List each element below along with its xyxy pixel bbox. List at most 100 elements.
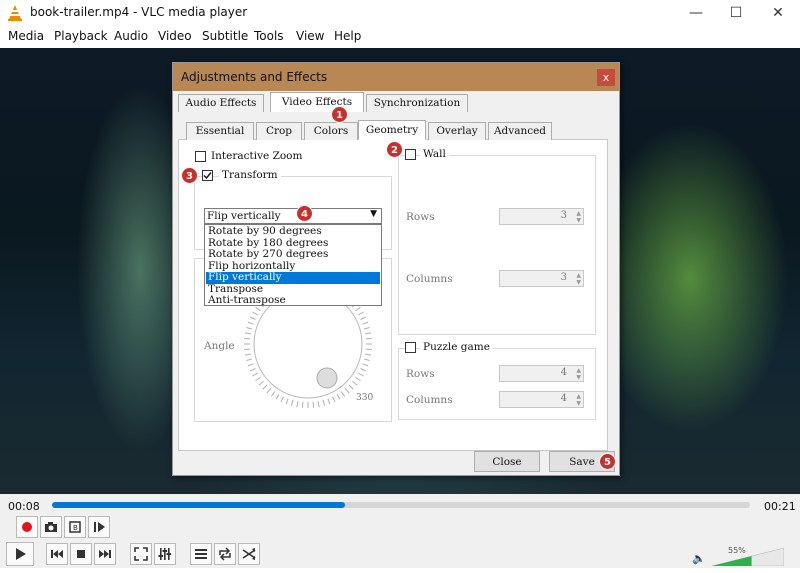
menu-tools[interactable]: Tools	[254, 29, 284, 43]
transform-select[interactable]: Flip vertically ▼	[204, 208, 382, 224]
speaker-icon[interactable]: 🔈	[692, 552, 706, 565]
next-button[interactable]	[94, 543, 116, 565]
tab-synchronization[interactable]: Synchronization	[366, 94, 468, 112]
dial-tick	[253, 312, 258, 315]
minimize-button[interactable]: —	[676, 2, 716, 24]
dial-tick	[271, 392, 274, 397]
dial-tick	[244, 338, 250, 339]
wall-rows-label: Rows	[406, 211, 435, 223]
menu-audio[interactable]: Audio	[114, 29, 148, 43]
step-badge-5: 5	[599, 453, 616, 470]
tab-geometry[interactable]: Geometry	[358, 120, 426, 140]
dial-tick	[246, 359, 252, 361]
tab-advanced[interactable]: Advanced	[488, 122, 552, 140]
seek-bar[interactable]	[52, 502, 750, 508]
previous-button[interactable]	[46, 543, 68, 565]
wall-rows-spinbox[interactable]: 3 ▲▼	[499, 208, 584, 225]
wall-columns-spinbox[interactable]: 3 ▲▼	[499, 270, 584, 287]
spin-arrows-icon[interactable]: ▲▼	[576, 393, 581, 407]
tab-crop[interactable]: Crop	[256, 122, 302, 140]
dial-tick	[286, 399, 288, 405]
frame-step-button[interactable]	[88, 516, 110, 538]
dropdown-arrow-icon[interactable]: ▼	[370, 209, 377, 219]
maximize-button[interactable]: ☐	[716, 2, 756, 24]
snapshot-button[interactable]	[40, 516, 62, 538]
spin-arrows-icon[interactable]: ▲▼	[576, 210, 581, 224]
playlist-button[interactable]	[190, 543, 212, 565]
menu-help[interactable]: Help	[334, 29, 361, 43]
frame-step-icon	[89, 517, 109, 537]
dial-tick	[267, 388, 271, 393]
dial-tick	[337, 394, 340, 399]
stop-button[interactable]	[70, 543, 92, 565]
transform-option[interactable]: Rotate by 270 degrees	[206, 249, 380, 261]
puzzle-checkbox[interactable]	[405, 342, 416, 353]
dial-tick	[365, 333, 371, 334]
menu-playback[interactable]: Playback	[54, 29, 108, 43]
menu-bar: Media Playback Audio Video Subtitle Tool…	[0, 26, 800, 48]
dial-knob[interactable]	[317, 368, 337, 388]
dial-tick	[349, 385, 353, 389]
fullscreen-icon	[131, 544, 151, 564]
tab-essential[interactable]: Essential	[186, 122, 254, 140]
dial-tick	[364, 359, 370, 361]
previous-icon	[47, 544, 67, 564]
playlist-icon	[191, 544, 211, 564]
transform-label: Transform	[219, 169, 281, 181]
transform-option-selected[interactable]: Flip vertically	[206, 272, 380, 284]
window-title: book-trailer.mp4 - VLC media player	[30, 5, 247, 19]
spin-arrows-icon[interactable]: ▲▼	[576, 272, 581, 286]
checkmark-icon	[203, 171, 212, 180]
dial-tick	[366, 338, 372, 339]
angle-value-label: 330	[356, 393, 373, 403]
loop-ab-button[interactable]: B	[64, 516, 86, 538]
puzzle-group	[398, 348, 596, 420]
volume-slider[interactable]	[712, 546, 784, 566]
dial-tick	[248, 364, 254, 366]
puzzle-columns-label: Columns	[406, 394, 453, 406]
dial-tick	[250, 369, 255, 372]
play-button[interactable]	[6, 542, 34, 566]
wall-group	[398, 155, 596, 335]
menu-video[interactable]: Video	[158, 29, 192, 43]
puzzle-rows-spinbox[interactable]: 4 ▲▼	[499, 365, 584, 382]
dial-tick	[363, 364, 369, 366]
loop-button[interactable]	[214, 543, 236, 565]
transform-selected-value: Flip vertically	[207, 210, 281, 222]
menu-view[interactable]: View	[296, 29, 324, 43]
close-button[interactable]: Close	[474, 451, 540, 472]
fullscreen-button[interactable]	[130, 543, 152, 565]
dial-tick	[366, 349, 372, 350]
wall-checkbox[interactable]	[405, 149, 416, 160]
close-window-button[interactable]: ✕	[758, 2, 798, 24]
tab-audio-effects[interactable]: Audio Effects	[178, 94, 264, 112]
tab-overlay[interactable]: Overlay	[428, 122, 486, 140]
tab-video-effects[interactable]: Video Effects	[270, 92, 364, 112]
puzzle-rows-label: Rows	[406, 368, 435, 380]
transform-option[interactable]: Rotate by 90 degrees	[206, 226, 380, 238]
wall-rows-value: 3	[561, 210, 567, 221]
dial-tick	[356, 377, 361, 380]
dial-tick	[328, 399, 330, 405]
menu-subtitle[interactable]: Subtitle	[202, 29, 248, 43]
dial-tick	[276, 394, 279, 399]
dial-tick	[313, 402, 314, 408]
interactive-zoom-checkbox[interactable]	[195, 151, 206, 162]
vlc-cone-icon	[6, 4, 24, 22]
transform-checkbox[interactable]	[202, 170, 213, 181]
spin-arrows-icon[interactable]: ▲▼	[576, 367, 581, 381]
dialog-close-icon[interactable]: x	[597, 69, 615, 86]
shuffle-button[interactable]	[238, 543, 260, 565]
tab-colors[interactable]: Colors	[304, 122, 358, 140]
step-badge-1: 1	[331, 106, 348, 123]
extended-settings-button[interactable]	[154, 543, 176, 565]
elapsed-time: 00:08	[8, 500, 40, 513]
puzzle-columns-spinbox[interactable]: 4 ▲▼	[499, 391, 584, 408]
title-bar: book-trailer.mp4 - VLC media player — ☐ …	[0, 0, 800, 26]
puzzle-label: Puzzle game	[420, 341, 493, 353]
wall-columns-label: Columns	[406, 273, 453, 285]
seek-progress	[52, 502, 345, 508]
transform-option[interactable]: Anti-transpose	[206, 295, 380, 307]
record-button[interactable]	[16, 516, 38, 538]
menu-media[interactable]: Media	[8, 29, 44, 43]
